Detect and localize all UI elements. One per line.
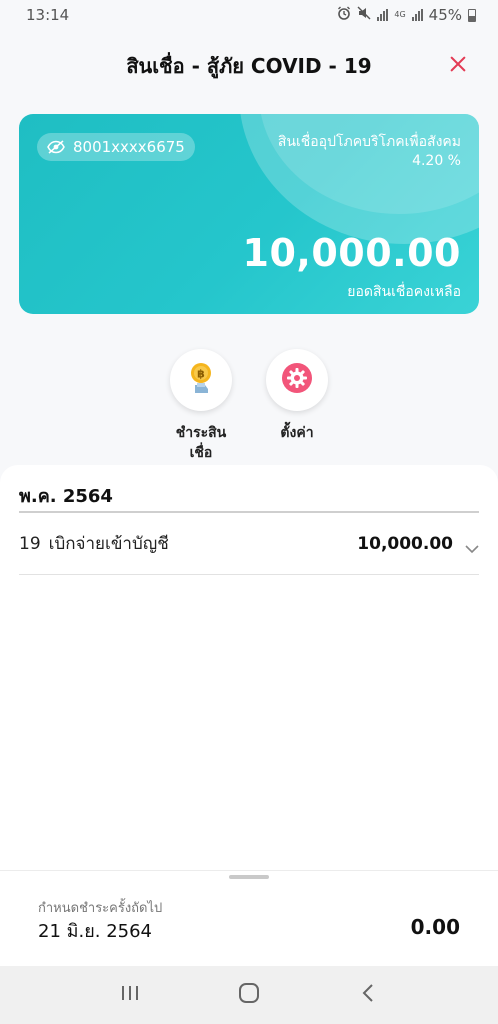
page-title: สินเชื่อ - สู้ภัย COVID - 19 (126, 54, 372, 78)
next-due-amount: 0.00 (410, 915, 460, 939)
loan-card: 8001xxxx6675 สินเชื่ออุปโภคบริโภคเพื่อสั… (19, 114, 479, 314)
back-icon (361, 983, 375, 1007)
battery-icon (468, 8, 476, 22)
settings-button[interactable]: ตั้งค่า (257, 349, 337, 443)
home-button[interactable] (229, 975, 269, 1015)
recent-apps-button[interactable] (110, 975, 150, 1015)
account-number: 8001xxxx6675 (73, 138, 185, 156)
battery-percent: 45% (428, 6, 462, 24)
gear-icon (281, 362, 313, 398)
mute-icon (357, 6, 371, 24)
home-icon (238, 982, 260, 1008)
status-bar: 13:14 4G 45% (0, 0, 498, 30)
month-header: พ.ค. 2564 (19, 486, 113, 507)
chevron-down-icon[interactable] (465, 539, 479, 553)
signal-icon-2 (411, 9, 423, 21)
transaction-row[interactable]: 19 เบิกจ่ายเข้าบัญชี 10,000.00 (19, 513, 479, 575)
drag-handle[interactable] (229, 875, 269, 879)
next-due-label: กำหนดชำระครั้งถัดไป (38, 901, 163, 916)
status-time: 13:14 (26, 6, 70, 24)
recent-apps-icon (120, 984, 140, 1006)
product-info: สินเชื่ออุปโภคบริโภคเพื่อสังคม 4.20 % (278, 133, 461, 171)
transaction-description: เบิกจ่ายเข้าบัญชี (48, 534, 169, 554)
network-type: 4G (394, 10, 406, 19)
app-screen: 13:14 4G 45% สินเชื่อ - สู้ภัย COVID - 1… (0, 0, 498, 1024)
eye-hidden-icon (47, 140, 65, 154)
transactions-panel: พ.ค. 2564 19 เบิกจ่ายเข้าบัญชี 10,000.00 (0, 465, 498, 870)
pay-button-circle: ฿ (170, 349, 232, 411)
interest-rate: 4.20 % (412, 153, 461, 169)
status-icons: 4G 45% (337, 6, 476, 24)
settings-button-circle (266, 349, 328, 411)
quick-actions: ฿ ชำระสินเชื่อ ตั้งค่า (0, 349, 498, 464)
account-number-toggle[interactable]: 8001xxxx6675 (37, 133, 195, 161)
signal-icon (377, 9, 389, 21)
svg-text:฿: ฿ (197, 368, 205, 381)
close-icon[interactable] (446, 52, 470, 76)
settings-label: ตั้งค่า (280, 425, 314, 441)
next-payment-summary[interactable]: กำหนดชำระครั้งถัดไป 21 มิ.ย. 2564 0.00 (0, 870, 498, 966)
balance-label: ยอดสินเชื่อคงเหลือ (347, 284, 461, 300)
pay-loan-label: ชำระสินเชื่อ (175, 425, 227, 461)
transaction-day: 19 (19, 533, 41, 554)
page-header: สินเชื่อ - สู้ภัย COVID - 19 (0, 44, 498, 88)
coin-hand-icon: ฿ (186, 361, 216, 399)
pay-loan-button[interactable]: ฿ ชำระสินเชื่อ (161, 349, 241, 463)
balance-amount: 10,000.00 (242, 231, 461, 275)
back-button[interactable] (348, 975, 388, 1015)
system-navigation-bar (0, 966, 498, 1024)
transaction-amount: 10,000.00 (357, 533, 453, 554)
alarm-icon (337, 6, 351, 24)
product-name: สินเชื่ออุปโภคบริโภคเพื่อสังคม (277, 134, 461, 150)
next-due-date: 21 มิ.ย. 2564 (38, 921, 153, 942)
